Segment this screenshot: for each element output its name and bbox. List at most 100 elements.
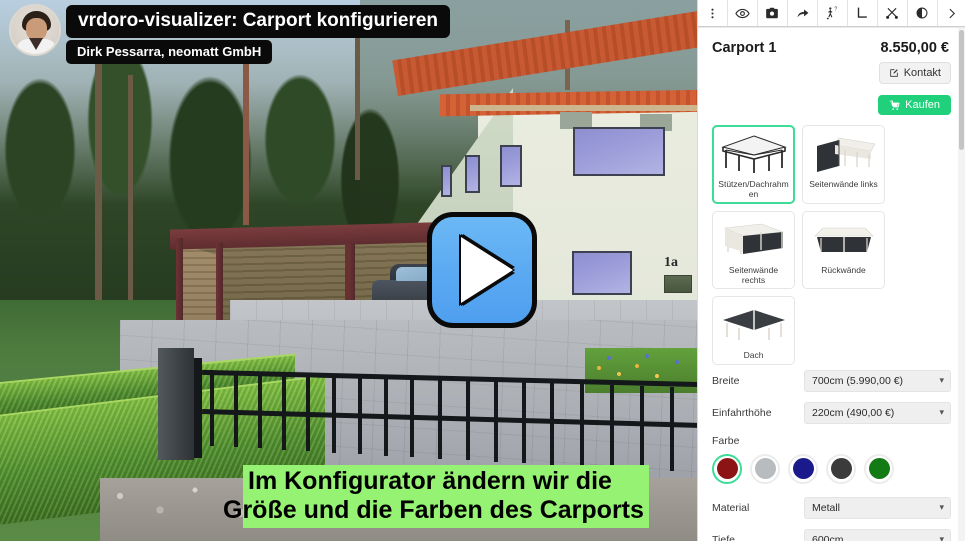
- fence-pillar: [158, 348, 194, 460]
- tiefe-value: 600cm: [812, 533, 844, 541]
- buy-label: Kaufen: [905, 99, 940, 111]
- chevron-right-icon[interactable]: [938, 0, 965, 26]
- play-triangle: [461, 237, 513, 303]
- tree-trunk: [95, 60, 102, 310]
- farbe-label: Farbe: [712, 434, 740, 447]
- tiefe-select[interactable]: 600cm ▾: [804, 528, 951, 541]
- color-swatch-rot[interactable]: [712, 453, 742, 484]
- part-card-label: Seitenwände rechts: [728, 264, 779, 286]
- panel-scrollbar[interactable]: [958, 28, 965, 541]
- breite-select[interactable]: 700cm (5.990,00 €) ▾: [804, 369, 951, 392]
- part-card-label: Dach: [743, 350, 764, 361]
- ruler-corner-icon[interactable]: [848, 0, 878, 26]
- swatch-fill: [830, 458, 852, 480]
- fence-bar: [358, 376, 362, 454]
- tree-trunk: [128, 75, 133, 310]
- fence-bar: [550, 383, 554, 465]
- gate-post: [194, 358, 202, 458]
- house-window: [573, 127, 665, 176]
- fence: [130, 348, 697, 478]
- swatch-fill: [716, 458, 738, 480]
- contact-button[interactable]: Kontakt: [878, 62, 951, 84]
- fence-bar: [438, 379, 442, 459]
- contact-label: Kontakt: [903, 67, 941, 79]
- fence-bar: [210, 370, 214, 446]
- product-header: Carport 1 8.550,00 €: [698, 28, 965, 56]
- house-window: [465, 155, 480, 193]
- house-window: [500, 145, 522, 187]
- video-caption: Im Konfigurator ändern wir die Größe und…: [223, 465, 649, 528]
- product-price: 8.550,00 €: [880, 40, 949, 56]
- fence-rail: [202, 409, 697, 428]
- field-breite: Breite 700cm (5.990,00 €) ▾: [698, 365, 965, 397]
- field-material: Material Metall ▾: [698, 492, 965, 524]
- camera-icon[interactable]: [758, 0, 788, 26]
- edit-square-icon: [889, 69, 898, 77]
- product-name: Carport 1: [712, 40, 777, 56]
- house-window: [441, 165, 452, 197]
- part-card-seitenwaende-rechts[interactable]: Seitenwände rechts: [712, 210, 795, 290]
- fence-bar: [580, 384, 584, 466]
- swatch-fill: [792, 458, 814, 480]
- carport-frame-thumb: [718, 131, 790, 177]
- part-card-stuetzen-dachrahmen[interactable]: Stützen/Dachrahmen: [712, 125, 795, 204]
- field-tiefe: Tiefe 600cm ▾: [698, 524, 965, 541]
- panel-scroll-area: Carport 1 8.550,00 € Kontakt Kaufen Stüt…: [698, 27, 965, 541]
- fence-rail: [202, 369, 697, 388]
- person-measure-icon[interactable]: ?: [818, 0, 848, 26]
- scissors-icon[interactable]: [878, 0, 908, 26]
- svg-text:?: ?: [834, 6, 837, 12]
- more-vertical-icon[interactable]: [698, 0, 728, 26]
- play-icon[interactable]: [427, 212, 537, 328]
- fence-bar: [282, 373, 286, 450]
- tree-trunk: [243, 45, 249, 225]
- house-eave: [470, 105, 697, 111]
- part-card-dach[interactable]: Dach: [712, 296, 795, 365]
- overlay-presenter: Dirk Pessarra, neomatt GmbH: [66, 40, 273, 64]
- material-select[interactable]: Metall ▾: [804, 496, 951, 519]
- fence-bar: [670, 387, 674, 471]
- eye-icon[interactable]: [728, 0, 758, 26]
- part-card-rueckwaende[interactable]: Rückwände: [802, 210, 885, 290]
- caption-line-1: Im Konfigurator ändern wir die: [248, 467, 612, 495]
- caption-line-2: Größe und die Farben des Carports: [223, 496, 644, 524]
- share-arrow-icon[interactable]: [788, 0, 818, 26]
- swatch-fill: [754, 458, 776, 480]
- viewer-toolbar: ?: [698, 0, 965, 27]
- overlay-title: vrdoro-visualizer: Carport konfigurieren: [66, 5, 451, 38]
- fence-bar: [234, 371, 238, 447]
- scrollbar-thumb[interactable]: [959, 30, 964, 150]
- mailbox: [664, 275, 692, 293]
- einfahrthoehe-value: 220cm (490,00 €): [812, 406, 895, 419]
- buy-button[interactable]: Kaufen: [878, 95, 951, 115]
- 3d-viewer-canvas[interactable]: 1a vrdoro-visualizer: Carport konfigurie…: [0, 0, 697, 541]
- einfahrthoehe-label: Einfahrthöhe: [712, 406, 772, 419]
- app-root: 1a vrdoro-visualizer: Carport konfigurie…: [0, 0, 965, 541]
- presenter-avatar: [9, 4, 61, 56]
- fence-bar: [640, 386, 644, 469]
- fence-bar: [258, 372, 262, 448]
- chevron-down-icon: ▾: [939, 406, 944, 417]
- house-number: 1a: [664, 255, 678, 270]
- color-swatch-silber[interactable]: [750, 453, 780, 484]
- shopping-cart-icon: [889, 99, 900, 110]
- fence-bar: [466, 380, 470, 460]
- tiefe-label: Tiefe: [712, 533, 735, 541]
- part-card-label: Rückwände: [821, 264, 866, 275]
- material-label: Material: [712, 501, 750, 514]
- side-wall-right-thumb: [718, 217, 790, 263]
- color-swatch-blau[interactable]: [788, 453, 818, 484]
- einfahrthoehe-select[interactable]: 220cm (490,00 €) ▾: [804, 401, 951, 424]
- swatch-fill: [868, 458, 890, 480]
- contrast-circle-icon[interactable]: [908, 0, 938, 26]
- fence-bar: [306, 374, 310, 451]
- part-card-seitenwaende-links[interactable]: Seitenwände links: [802, 125, 885, 204]
- color-swatches: [698, 447, 965, 492]
- fence-bar: [410, 378, 414, 457]
- configurator-panel: ? Carport 1 8.550,00 € Kontakt Kaufen St…: [697, 0, 965, 541]
- roof-thumb: [718, 302, 790, 348]
- color-swatch-anthrazit[interactable]: [826, 453, 856, 484]
- color-swatch-gruen[interactable]: [864, 453, 894, 484]
- avatar-face: [26, 18, 47, 41]
- back-wall-thumb: [808, 217, 880, 263]
